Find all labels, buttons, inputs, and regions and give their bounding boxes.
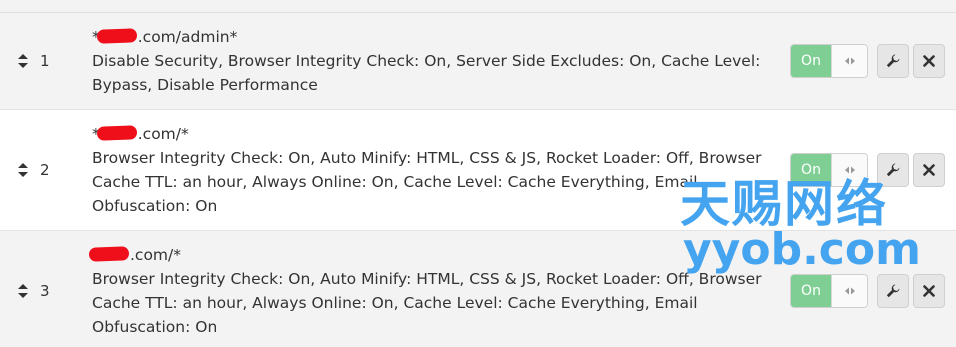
close-icon [923,164,935,176]
drag-handle-icon[interactable] [14,49,32,73]
edit-rule-button[interactable] [877,153,909,187]
rule-settings: Browser Integrity Check: On, Auto Minify… [92,270,762,336]
table-top-strip [0,0,956,13]
edit-rule-button[interactable] [877,274,909,308]
rule-url: * .com/* [92,122,772,146]
rule-settings: Disable Security, Browser Integrity Chec… [92,52,761,94]
page-rule-row: 2 * .com/* Browser Integrity Check: On, A… [0,110,956,231]
rule-settings: Browser Integrity Check: On, Auto Minify… [92,149,762,215]
delete-rule-button[interactable] [913,274,945,308]
drag-handle-icon[interactable] [14,279,32,303]
rule-content: .com/* Browser Integrity Check: On, Auto… [88,243,772,339]
rule-toggle[interactable]: On [790,153,868,187]
url-suffix: .com/* [130,246,182,264]
url-suffix: .com/admin* [137,28,238,46]
rule-toggle[interactable]: On [790,44,868,78]
rule-content: * .com/* Browser Integrity Check: On, Aut… [92,122,772,218]
rule-number: 3 [40,282,50,300]
page-rule-row: 3 .com/* Browser Integrity Check: On, Au… [0,231,956,347]
url-suffix: .com/* [137,125,189,143]
rule-content: * .com/admin* Disable Security, Browser I… [92,25,772,97]
wrench-icon [886,163,900,177]
close-icon [923,55,935,67]
toggle-on-label: On [791,275,831,307]
drag-handle-icon[interactable] [14,158,32,182]
rule-url: * .com/admin* [92,25,772,49]
rule-toggle[interactable]: On [790,274,868,308]
redaction-mark [96,28,137,44]
redaction-mark [88,246,130,262]
redaction-mark [96,125,137,141]
resize-arrows-icon [831,45,867,77]
toggle-on-label: On [791,154,831,186]
wrench-icon [886,54,900,68]
page-rule-row: 1 * .com/admin* Disable Security, Browser… [0,13,956,110]
delete-rule-button[interactable] [913,153,945,187]
resize-arrows-icon [831,275,867,307]
rule-url: .com/* [88,243,772,267]
rule-number: 1 [40,52,50,70]
toggle-on-label: On [791,45,831,77]
delete-rule-button[interactable] [913,44,945,78]
edit-rule-button[interactable] [877,44,909,78]
resize-arrows-icon [831,154,867,186]
rule-number: 2 [40,161,50,179]
close-icon [923,285,935,297]
wrench-icon [886,284,900,298]
